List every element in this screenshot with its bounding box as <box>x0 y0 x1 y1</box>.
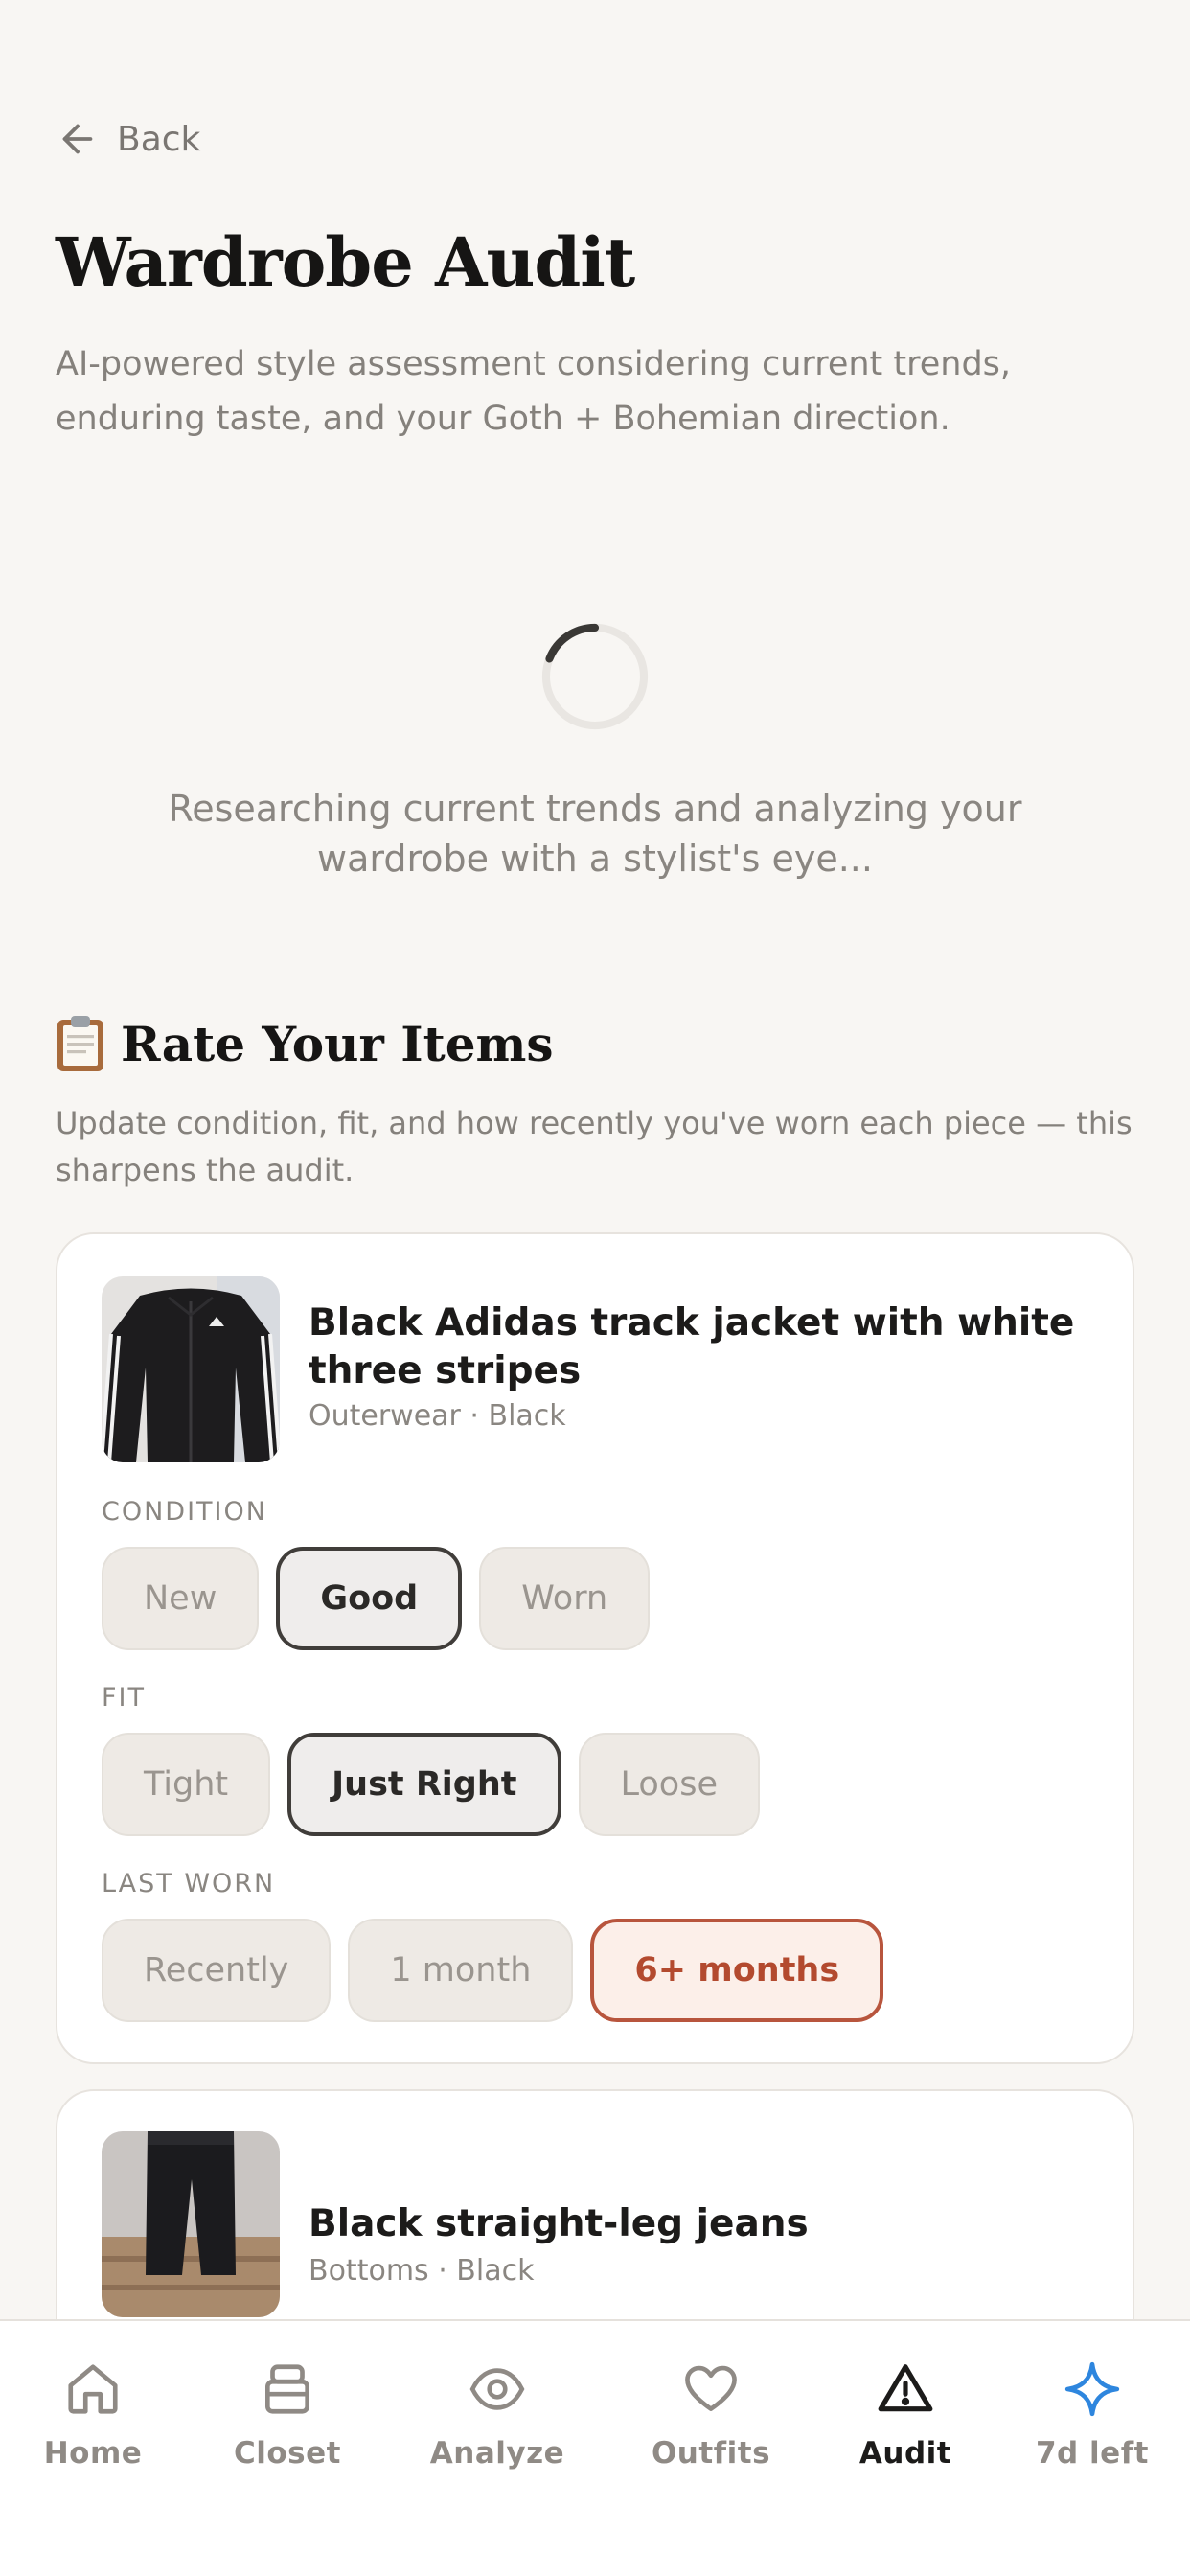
condition-new-chip[interactable]: New <box>102 1547 260 1650</box>
nav-item-trial[interactable]: 7d left <box>1006 2359 1179 2471</box>
nav-item-home[interactable]: Home <box>7 2359 179 2471</box>
closet-icon <box>265 2364 309 2414</box>
nav-label: Outfits <box>651 2436 771 2471</box>
last-worn-recently-chip[interactable]: Recently <box>102 1919 332 2022</box>
last-worn-options: Recently 1 month 6+ months <box>102 1919 884 2022</box>
sparkle-icon <box>1064 2361 1120 2417</box>
rate-items-heading: Rate Your Items <box>56 1014 554 1073</box>
item-name: Black straight-leg jeans <box>309 2202 809 2245</box>
last-worn-label: LAST WORN <box>102 1869 276 1898</box>
back-button[interactable]: Back <box>56 117 200 161</box>
wardrobe-audit-screen: Back Wardrobe Audit AI-powered style ass… <box>0 0 1190 2576</box>
item-meta: Bottoms · Black <box>309 2254 535 2288</box>
rate-items-title: Rate Your Items <box>121 1015 554 1072</box>
arrow-left-icon <box>62 124 93 154</box>
fit-options: Tight Just Right Loose <box>102 1733 760 1836</box>
nav-item-outfits[interactable]: Outfits <box>625 2359 797 2471</box>
heart-icon <box>685 2365 737 2411</box>
fit-just-right-chip[interactable]: Just Right <box>287 1733 561 1836</box>
rate-items-description: Update condition, fit, and how recently … <box>56 1105 1133 1188</box>
nav-item-audit[interactable]: Audit <box>819 2359 992 2471</box>
fit-tight-chip[interactable]: Tight <box>102 1733 271 1836</box>
condition-label: CONDITION <box>102 1497 267 1527</box>
condition-good-chip[interactable]: Good <box>276 1547 463 1650</box>
loading-message: Researching current trends and analyzing… <box>168 788 1022 880</box>
clipboard-icon <box>57 1016 103 1071</box>
page-subtitle: AI-powered style assessment considering … <box>56 345 1012 438</box>
fit-label: FIT <box>102 1683 146 1713</box>
last-worn-1-month-chip[interactable]: 1 month <box>348 1919 574 2022</box>
nav-label: Audit <box>858 2436 952 2471</box>
back-label: Back <box>117 119 201 159</box>
nav-label: Analyze <box>429 2436 565 2471</box>
warning-icon <box>878 2364 933 2412</box>
nav-item-analyze[interactable]: Analyze <box>411 2359 584 2471</box>
condition-options: New Good Worn <box>102 1547 651 1650</box>
nav-label: Home <box>43 2436 143 2471</box>
item-photo <box>102 1276 280 1462</box>
condition-worn-chip[interactable]: Worn <box>479 1547 651 1650</box>
item-meta: Outerwear · Black <box>309 1399 566 1433</box>
item-card: Black Adidas track jacket with white thr… <box>56 1232 1134 2064</box>
home-icon <box>68 2364 118 2414</box>
item-photo <box>102 2131 280 2317</box>
bottom-nav: Home Closet Analyze Outfits Audit 7d lef… <box>0 2319 1190 2576</box>
eye-icon <box>469 2368 525 2410</box>
loading-spinner <box>541 623 649 730</box>
last-worn-6-months-chip[interactable]: 6+ months <box>590 1919 884 2022</box>
fit-loose-chip[interactable]: Loose <box>578 1733 760 1836</box>
item-name: Black Adidas track jacket with white thr… <box>309 1301 1075 1392</box>
nav-label: Closet <box>234 2436 341 2471</box>
nav-item-closet[interactable]: Closet <box>201 2359 374 2471</box>
page-title: Wardrobe Audit <box>56 222 635 302</box>
nav-label: 7d left <box>1035 2436 1149 2471</box>
